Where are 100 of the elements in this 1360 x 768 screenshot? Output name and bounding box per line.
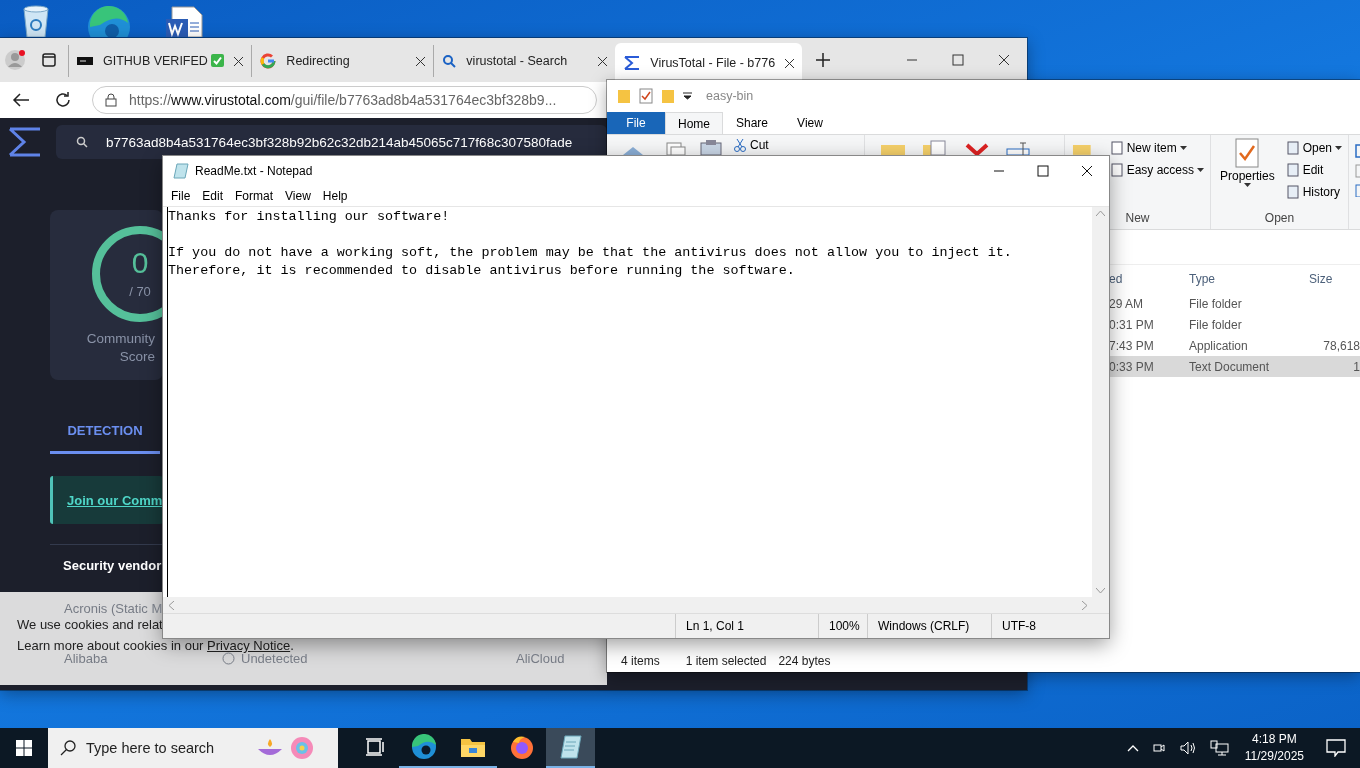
status-text: 1 item selected [685, 654, 767, 668]
maximize-button[interactable] [1037, 165, 1049, 177]
status-text: Ln 1, Col 1 [675, 614, 818, 638]
cookie-text: Learn more about cookies in our Privacy Notice. [17, 638, 294, 653]
windows-logo-icon [16, 740, 32, 756]
ribbon-tab[interactable]: View [781, 112, 839, 134]
ribbon-button[interactable]: New item [1109, 137, 1204, 159]
ribbon-tab[interactable]: Share [723, 112, 781, 134]
status-text: 224 bytes [778, 654, 831, 668]
score-label: Community Score [85, 330, 155, 366]
sigma-logo-icon [624, 55, 641, 71]
maximize-button[interactable] [952, 54, 964, 66]
notepad-icon [558, 734, 583, 760]
status-text: UTF-8 [991, 614, 1109, 638]
file-row[interactable]: 7:43 PM Application 78,618 [1109, 335, 1360, 356]
chevron-up-icon[interactable] [1126, 744, 1139, 752]
vendor-name: AliCloud [516, 651, 565, 666]
sigma-logo-icon[interactable] [8, 127, 42, 157]
search-icon [60, 740, 76, 756]
browser-tab[interactable]: GITHUB VERIFED [68, 45, 252, 77]
profile-avatar-icon[interactable] [4, 49, 26, 71]
menu-item[interactable]: File [165, 186, 197, 206]
cut-button[interactable]: Cut [733, 137, 769, 153]
close-button[interactable] [1081, 165, 1093, 177]
text-line: Thanks for installing our software! [168, 208, 450, 226]
file-row[interactable]: 0:31 PM File folder [1109, 314, 1360, 335]
document-icon [1285, 141, 1300, 155]
properties-button[interactable]: Properties [1217, 137, 1278, 187]
close-tab-icon[interactable] [598, 56, 608, 66]
close-tab-icon[interactable] [234, 56, 244, 66]
ribbon-tab[interactable]: File [607, 112, 665, 134]
text-line: Therefore, it is recommended to disable antivirus before running the software. [168, 262, 795, 280]
search-icon [76, 136, 88, 148]
column-header[interactable]: Type [1189, 272, 1309, 286]
vendor-name: Acronis (Static M [64, 601, 163, 616]
ribbon-button[interactable]: Edit [1285, 159, 1342, 181]
taskbar-app[interactable] [546, 728, 595, 768]
network-icon[interactable] [1208, 740, 1229, 756]
back-button[interactable] [12, 93, 30, 107]
file-row[interactable]: 0:33 PM Text Document 1 [1109, 356, 1360, 377]
tab-actions-icon[interactable] [42, 53, 56, 67]
task-view-icon [364, 738, 385, 756]
scissors-icon [733, 138, 747, 152]
ribbon-tab[interactable]: Home [665, 112, 723, 134]
dropdown-icon[interactable] [683, 92, 692, 100]
lamp-drawing [256, 735, 316, 761]
status-text: 4 items [621, 654, 660, 668]
ribbon-button[interactable]: Easy access [1109, 159, 1204, 181]
search-icon [442, 54, 457, 68]
menu-item[interactable]: Format [229, 186, 280, 206]
window-title: easy-bin [706, 89, 754, 103]
ribbon-button[interactable]: Open [1285, 137, 1342, 159]
cookie-text: We use cookies and relat [17, 617, 163, 632]
clock-time[interactable]: 4:18 PM [1252, 731, 1297, 748]
vendor-result: Undetected [241, 651, 308, 666]
clock-date[interactable]: 11/29/2025 [1244, 748, 1304, 765]
notification-icon[interactable] [1326, 739, 1346, 757]
menu-item[interactable]: Help [316, 186, 354, 206]
column-header[interactable]: Size [1309, 272, 1360, 286]
new-item-icon [1109, 141, 1124, 155]
window-title: ReadMe.txt - Notepad [195, 164, 313, 178]
firefox-icon [508, 734, 535, 760]
notepad-icon [173, 163, 189, 179]
search-field[interactable]: b7763ad8b4a531764ec3bf328b92b62c32db214ab45065c717f68c307580fade [56, 125, 607, 159]
document-icon[interactable] [164, 3, 204, 37]
status-text: 100% [818, 614, 867, 638]
document-icon [1285, 185, 1300, 199]
group-label: New [1125, 211, 1150, 225]
speaker-icon[interactable] [1178, 740, 1197, 756]
google-g-icon [260, 53, 277, 69]
terminal-icon [77, 57, 93, 65]
refresh-button[interactable] [54, 91, 72, 109]
lock-icon [105, 93, 117, 107]
browser-tab[interactable]: VirusTotal - File - b776 [615, 43, 803, 83]
vendor-name: Alibaba [64, 651, 108, 666]
group-label: Open [1264, 211, 1295, 225]
status-text: Windows (CRLF) [867, 614, 991, 638]
properties-icon[interactable] [639, 88, 653, 104]
menu-item[interactable]: View [279, 186, 317, 206]
properties-icon [1234, 137, 1261, 169]
file-row[interactable]: 29 AM File folder [1109, 293, 1360, 314]
menu-item[interactable]: Edit [196, 186, 230, 206]
community-link[interactable]: Join our Comm [67, 492, 163, 508]
url-text: https://www.virustotal.com/gui/file/b7763ad8b4a531764ec3bf328b9... [129, 92, 557, 108]
close-tab-icon[interactable] [785, 58, 795, 68]
edge-browser-icon [410, 734, 437, 760]
ribbon-button[interactable]: History [1285, 181, 1342, 203]
score-value: 0 [130, 246, 150, 280]
clipboard-icon[interactable] [697, 137, 725, 155]
document-icon [1285, 163, 1300, 177]
close-tab-icon[interactable] [416, 56, 426, 66]
search-input[interactable]: Type here to search [86, 740, 246, 756]
close-button[interactable] [998, 54, 1010, 66]
text-line: If you do not have a working soft, the problem may be that the antivirus does not allow you to inject it. [168, 244, 1012, 262]
new-tab-button[interactable] [816, 53, 831, 67]
caret-icon [1243, 183, 1251, 187]
folder-icon [459, 736, 486, 758]
score-total: / 70 [128, 284, 152, 299]
column-header[interactable]: ed [1109, 272, 1189, 286]
browser-tab[interactable]: Redirecting [251, 45, 434, 77]
